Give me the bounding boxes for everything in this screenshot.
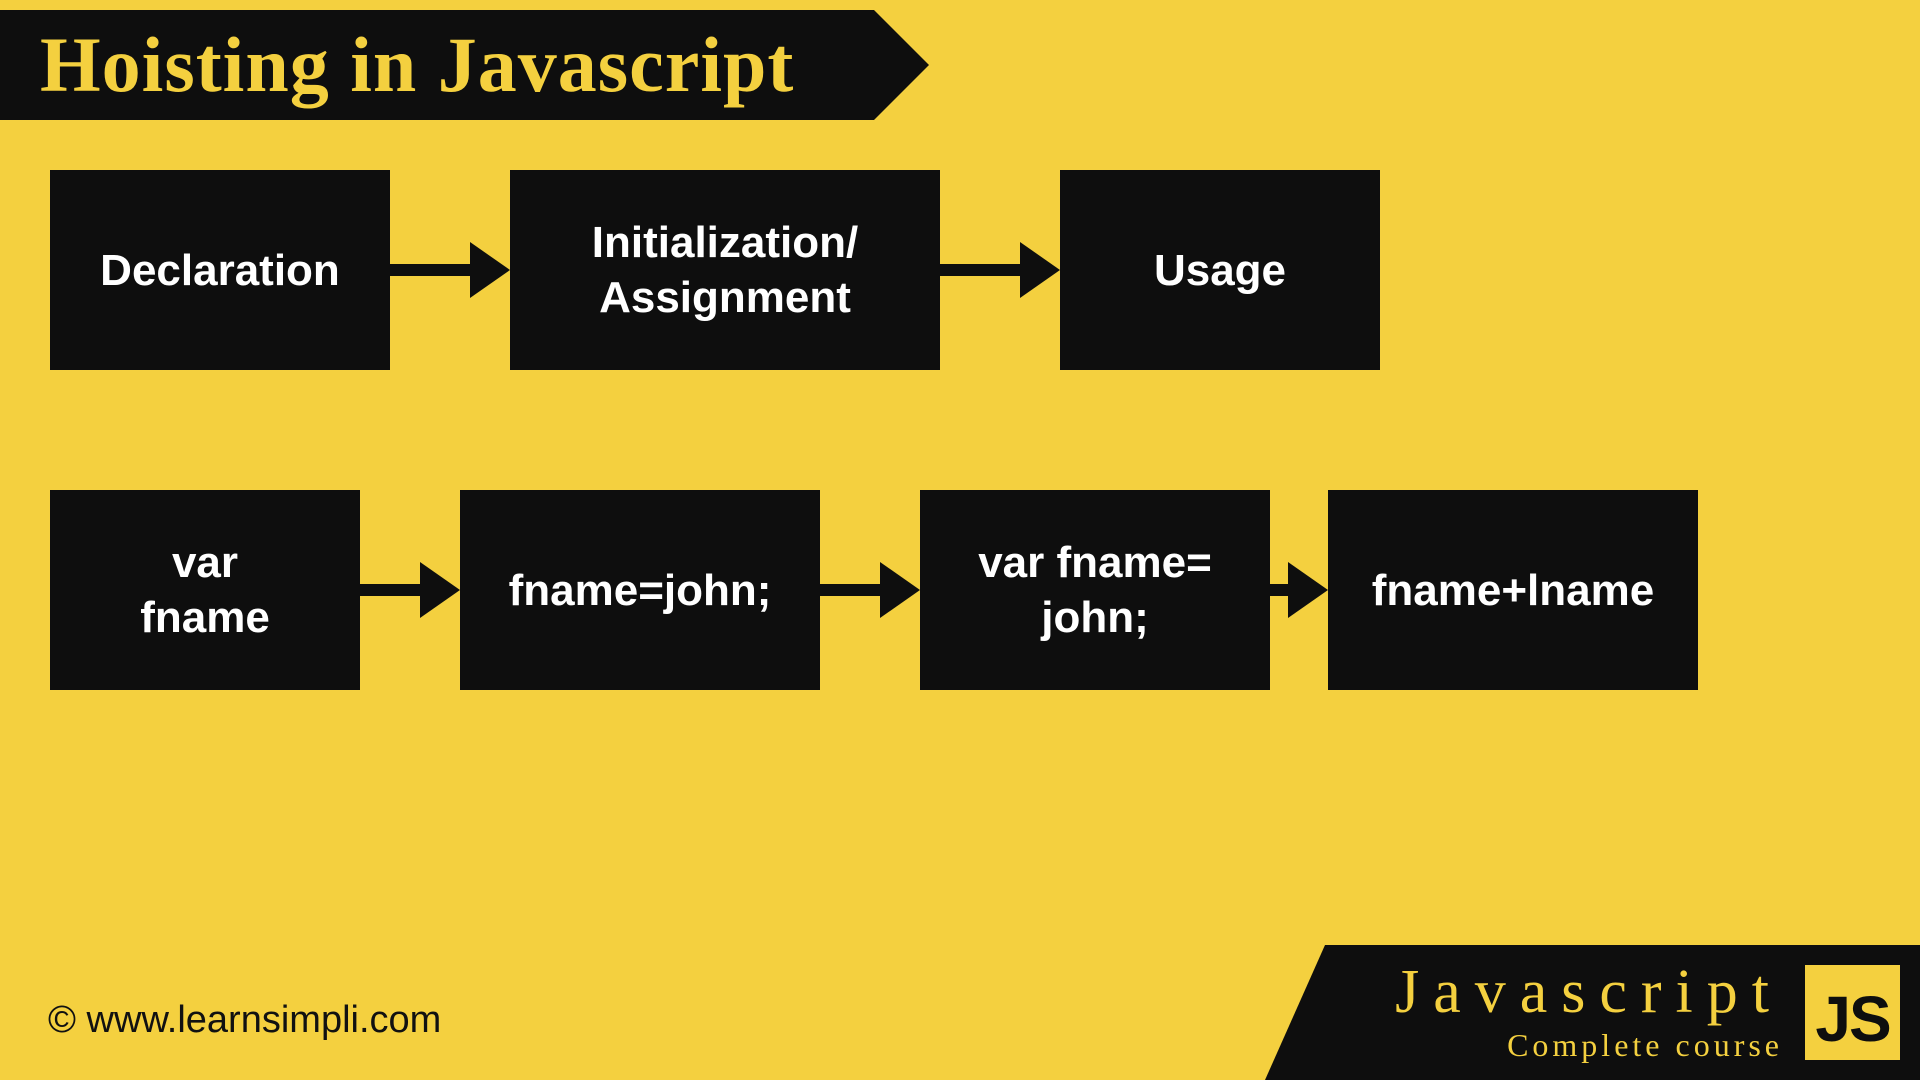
copyright-text: © www.learnsimpli.com xyxy=(48,999,441,1042)
box-var-line1: var xyxy=(172,535,238,590)
arrow-icon xyxy=(360,562,460,618)
box-usage-expr-label: fname+lname xyxy=(1372,563,1654,618)
box-usage-label: Usage xyxy=(1154,243,1286,298)
arrow-icon xyxy=(940,242,1060,298)
course-badge-subtitle: Complete course xyxy=(1507,1027,1783,1064)
course-badge: Javascript Complete course JS xyxy=(1325,945,1920,1080)
box-assign: fname=john; xyxy=(460,490,820,690)
box-usage-expr: fname+lname xyxy=(1328,490,1698,690)
box-var-line2: fname xyxy=(140,590,270,645)
box-decl-assign: var fname= john; xyxy=(920,490,1270,690)
js-logo-icon: JS xyxy=(1805,965,1900,1060)
box-decl-assign-line1: var fname= xyxy=(978,535,1212,590)
arrow-icon xyxy=(390,242,510,298)
arrow-icon xyxy=(820,562,920,618)
box-assign-label: fname=john; xyxy=(509,563,772,618)
box-decl-assign-line2: john; xyxy=(1041,590,1149,645)
box-initialization-line1: Initialization/ xyxy=(592,215,858,270)
box-initialization: Initialization/ Assignment xyxy=(510,170,940,370)
course-badge-text: Javascript Complete course xyxy=(1395,961,1783,1064)
arrow-icon xyxy=(1270,562,1328,618)
box-declaration-label: Declaration xyxy=(100,243,340,298)
example-flow-row: var fname fname=john; var fname= john; f… xyxy=(50,490,1698,690)
box-var-fname: var fname xyxy=(50,490,360,690)
course-badge-title: Javascript xyxy=(1395,961,1783,1023)
box-usage: Usage xyxy=(1060,170,1380,370)
concept-flow-row: Declaration Initialization/ Assignment U… xyxy=(50,170,1380,370)
page-title: Hoisting in Javascript xyxy=(40,20,794,110)
box-initialization-line2: Assignment xyxy=(599,270,851,325)
title-banner: Hoisting in Javascript xyxy=(0,10,874,120)
box-declaration: Declaration xyxy=(50,170,390,370)
